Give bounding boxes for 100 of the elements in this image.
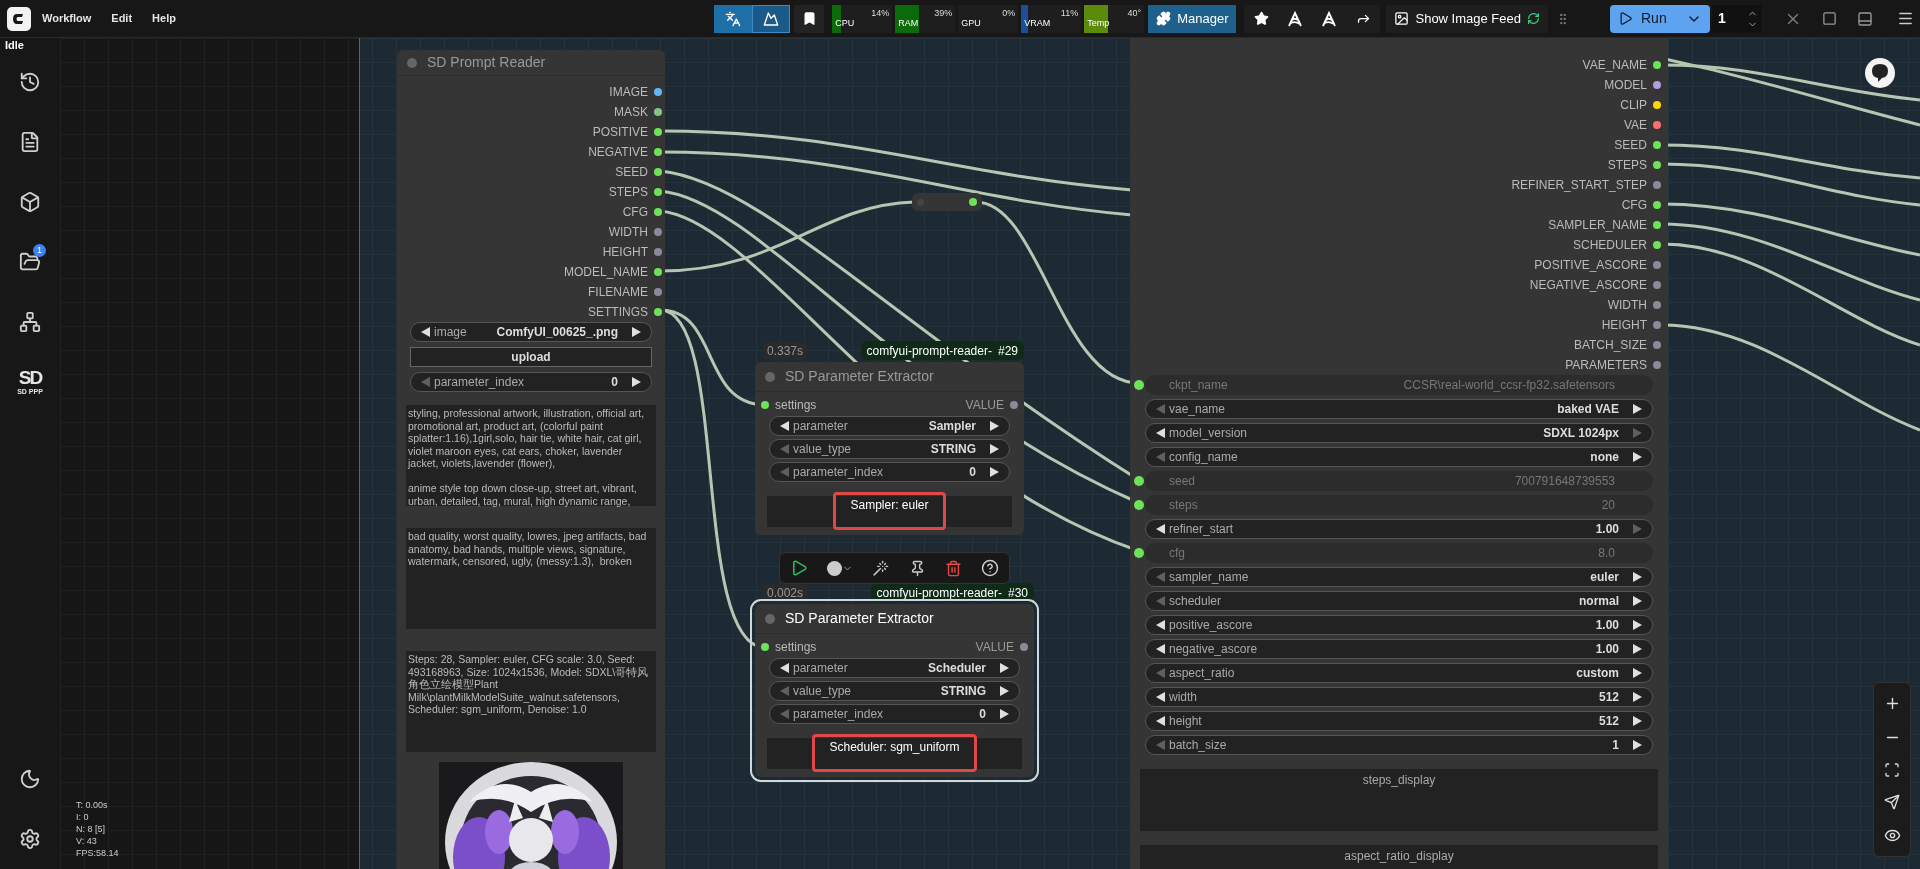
- combo-widget[interactable]: sampler_name euler: [1145, 567, 1653, 587]
- output-socket[interactable]: [654, 288, 662, 296]
- folder-icon[interactable]: [19, 251, 41, 273]
- input-socket[interactable]: [1134, 380, 1144, 390]
- menu-icon[interactable]: [1897, 10, 1914, 27]
- input-socket[interactable]: [1134, 500, 1144, 510]
- input-socket[interactable]: [1134, 548, 1144, 558]
- moon-icon[interactable]: [19, 768, 41, 790]
- right-arrow-icon[interactable]: [1000, 663, 1009, 673]
- history-icon[interactable]: [19, 71, 41, 93]
- output-socket[interactable]: [654, 268, 662, 276]
- right-arrow-icon[interactable]: [1633, 452, 1642, 462]
- input-socket[interactable]: [1134, 476, 1144, 486]
- combo-widget[interactable]: parameter_index 0: [769, 462, 1010, 482]
- output-socket[interactable]: [1653, 361, 1661, 369]
- output-socket[interactable]: [1653, 141, 1661, 149]
- right-arrow-icon[interactable]: [1633, 596, 1642, 606]
- navigate-icon[interactable]: [1884, 794, 1900, 811]
- output-socket[interactable]: [654, 248, 662, 256]
- combo-widget[interactable]: height 512: [1145, 711, 1653, 731]
- output-socket[interactable]: [654, 128, 662, 136]
- left-arrow-icon[interactable]: [1156, 620, 1165, 630]
- reroute-node[interactable]: [912, 193, 982, 211]
- output-socket[interactable]: [1653, 61, 1661, 69]
- output-socket[interactable]: [1653, 321, 1661, 329]
- right-arrow-icon[interactable]: [1633, 692, 1642, 702]
- combo-widget[interactable]: value_type STRING: [769, 681, 1020, 701]
- output-socket[interactable]: [1653, 261, 1661, 269]
- mountain-button[interactable]: [752, 4, 791, 33]
- combo-widget[interactable]: image ComfyUI_00625_.png: [410, 322, 652, 342]
- output-socket[interactable]: [654, 188, 662, 196]
- output-socket[interactable]: [654, 228, 662, 236]
- output-socket[interactable]: [654, 108, 662, 116]
- prompt-text-area[interactable]: bad quality, worst quality, lowres, jpeg artifacts, bad anatomy, bad hands, multiple views, signature, watermark, censored, ugly, (messy:1.3), broken: [406, 528, 656, 629]
- left-arrow-icon[interactable]: [421, 327, 430, 337]
- left-arrow-icon[interactable]: [780, 421, 789, 431]
- settings-icon[interactable]: [19, 828, 41, 850]
- combo-widget[interactable]: model_version SDXL 1024px: [1145, 423, 1653, 443]
- right-arrow-icon[interactable]: [990, 421, 999, 431]
- output-socket[interactable]: [1653, 201, 1661, 209]
- output-socket[interactable]: [1653, 301, 1661, 309]
- output-socket[interactable]: [1653, 101, 1661, 109]
- fit-view-icon[interactable]: [1884, 761, 1900, 778]
- app-logo-icon[interactable]: [7, 6, 31, 31]
- square-icon[interactable]: [1822, 11, 1837, 26]
- parameter-extractor-node[interactable]: SD Parameter Extractor settings VALUE parameter Sampler value_type STRING parameter_index 0 Sampler: euler: [755, 362, 1024, 535]
- menu-item[interactable]: Workflow: [42, 10, 92, 27]
- cube-icon[interactable]: [19, 191, 41, 213]
- run-button[interactable]: Run: [1610, 4, 1710, 33]
- combo-widget[interactable]: parameter_index 0: [769, 704, 1020, 724]
- combo-widget[interactable]: positive_ascore 1.00: [1145, 615, 1653, 635]
- right-arrow-icon[interactable]: [1000, 709, 1009, 719]
- output-socket[interactable]: [1653, 281, 1661, 289]
- upload-button[interactable]: upload: [410, 347, 652, 367]
- combo-widget[interactable]: aspect_ratio custom: [1145, 663, 1653, 683]
- prompt-text-area[interactable]: styling, professional artwork, illustration, official art, promotional art, product art, (colorful paint splatter:1.16),1girl,solo, hair tie, white hair, cat girl, violet maroon eyes, cat ears, choker, lavender jacket, violets,lavender (flower), anime style top down close-up, street art, vibrant, urban, detailed, tag, mural, high dynamic range,: [406, 405, 656, 506]
- combo-widget[interactable]: batch_size 1: [1145, 735, 1653, 755]
- combo-widget[interactable]: config_name none: [1145, 447, 1653, 467]
- output-socket[interactable]: [654, 208, 662, 216]
- right-arrow-icon[interactable]: [1000, 686, 1009, 696]
- combo-widget[interactable]: scheduler normal: [1145, 591, 1653, 611]
- tree-icon[interactable]: [19, 311, 41, 333]
- right-arrow-icon[interactable]: [1633, 668, 1642, 678]
- output-socket[interactable]: [1653, 181, 1661, 189]
- output-socket[interactable]: [654, 308, 662, 316]
- prompt-reader-node[interactable]: [397, 50, 665, 869]
- left-arrow-icon[interactable]: [1156, 692, 1165, 702]
- menu-item[interactable]: Edit: [111, 10, 133, 27]
- right-arrow-icon[interactable]: [990, 444, 999, 454]
- combo-widget[interactable]: parameter Scheduler: [769, 658, 1020, 678]
- output-socket[interactable]: [1653, 241, 1661, 249]
- output-socket[interactable]: [654, 148, 662, 156]
- panel-icon[interactable]: [1857, 10, 1873, 27]
- combo-widget[interactable]: refiner_start 1.00: [1145, 519, 1653, 539]
- right-arrow-icon[interactable]: [1633, 620, 1642, 630]
- output-socket[interactable]: [1653, 121, 1661, 129]
- prompt-text-area[interactable]: Steps: 28, Sampler: euler, CFG scale: 3.0, Seed: 493168963, Size: 1024x1536, Model: SDXL\哥特风角色立绘模型Plant Milk\plantMilkModelSuite_walnut.safetensors, Scheduler: sgm_uniform, Denoise: 1.0: [406, 651, 656, 752]
- output-socket[interactable]: [1653, 341, 1661, 349]
- manager-button[interactable]: Manager: [1148, 4, 1237, 33]
- right-arrow-icon[interactable]: [1633, 404, 1642, 414]
- output-socket[interactable]: [1020, 643, 1028, 651]
- output-socket[interactable]: [654, 88, 662, 96]
- batch-count-field[interactable]: 1: [1712, 4, 1762, 33]
- output-socket[interactable]: [1653, 81, 1661, 89]
- wand-icon[interactable]: [872, 559, 890, 577]
- left-arrow-icon[interactable]: [1156, 524, 1165, 534]
- right-arrow-icon[interactable]: [1633, 644, 1642, 654]
- assistant-logo-icon[interactable]: [1865, 58, 1895, 88]
- output-socket[interactable]: [1653, 221, 1661, 229]
- bookmark-button[interactable]: [794, 4, 825, 33]
- document-icon[interactable]: [19, 131, 41, 153]
- input-socket[interactable]: [761, 401, 769, 409]
- combo-widget[interactable]: value_type STRING: [769, 439, 1010, 459]
- right-arrow-icon[interactable]: [632, 377, 641, 387]
- combo-widget[interactable]: parameter_index 0: [410, 372, 652, 392]
- right-arrow-icon[interactable]: [990, 467, 999, 477]
- combo-widget[interactable]: vae_name baked VAE: [1145, 399, 1653, 419]
- delete-icon[interactable]: [944, 559, 962, 577]
- input-socket[interactable]: [761, 643, 769, 651]
- output-socket[interactable]: [654, 168, 662, 176]
